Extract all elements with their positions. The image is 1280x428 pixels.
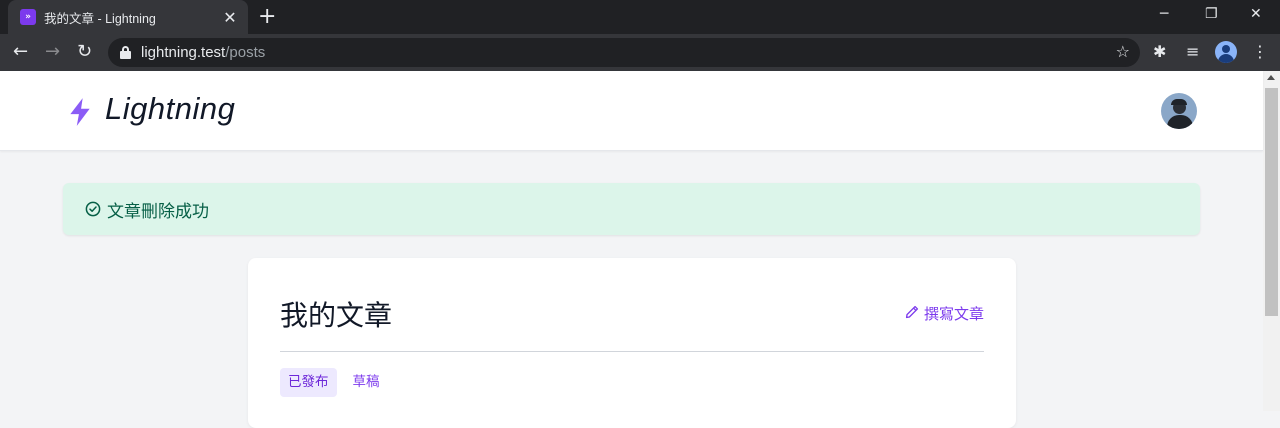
site-header: Lightning (0, 71, 1263, 151)
site-logo-text[interactable]: Lightning (105, 91, 235, 127)
page-title: 我的文章 (280, 299, 393, 332)
media-control-icon[interactable]: ≡ (1186, 42, 1199, 61)
bookmark-star-icon[interactable]: ☆ (1116, 42, 1130, 61)
tab-title: 我的文章 - Lightning (44, 11, 156, 26)
tab-drafts[interactable]: 草稿 (345, 368, 388, 397)
browser-menu-icon[interactable]: ⋮ (1252, 42, 1268, 61)
lock-icon[interactable] (120, 46, 131, 59)
url-host: lightning.test (141, 44, 226, 61)
title-divider (280, 351, 984, 352)
site-favicon-icon: » (20, 9, 36, 25)
write-post-label: 撰寫文章 (923, 305, 984, 323)
lightning-bolt-icon[interactable] (67, 97, 93, 131)
extensions-icon[interactable]: ✱ (1153, 42, 1166, 61)
back-button[interactable]: ← (13, 41, 28, 63)
minimize-window-button[interactable]: ─ (1160, 6, 1168, 22)
post-status-tabs: 已發布 草稿 (280, 368, 396, 397)
restore-window-button[interactable]: ❐ (1205, 6, 1218, 22)
posts-card: 我的文章 撰寫文章 已發布 草稿 (248, 258, 1016, 428)
browser-toolbar: ← → ↻ lightning.test/posts ☆ ✱ ≡ ⋮ (0, 34, 1280, 71)
scrollbar-thumb[interactable] (1265, 88, 1278, 316)
browser-tab-bar: » 我的文章 - Lightning ✕ + ─ ❐ ✕ (0, 0, 1280, 34)
reload-button[interactable]: ↻ (77, 41, 92, 63)
check-circle-icon (85, 201, 101, 217)
alert-message: 文章刪除成功 (107, 201, 209, 222)
url-text: lightning.test/posts (141, 44, 265, 61)
url-path: /posts (225, 44, 266, 61)
write-post-button[interactable]: 撰寫文章 (905, 303, 984, 324)
scroll-up-arrow-icon[interactable] (1267, 75, 1275, 80)
tab-close-icon[interactable]: ✕ (220, 8, 240, 27)
new-tab-button[interactable]: + (258, 5, 276, 29)
address-bar[interactable]: lightning.test/posts ☆ (108, 38, 1140, 67)
tab-published[interactable]: 已發布 (280, 368, 337, 397)
forward-button[interactable]: → (45, 41, 60, 63)
user-avatar[interactable] (1161, 93, 1197, 129)
page-scrollbar[interactable] (1263, 71, 1280, 411)
success-alert: 文章刪除成功 (63, 183, 1200, 235)
browser-tab[interactable]: » 我的文章 - Lightning ✕ (8, 0, 248, 34)
browser-profile-avatar[interactable] (1215, 41, 1237, 63)
close-window-button[interactable]: ✕ (1250, 6, 1262, 22)
pencil-icon (905, 305, 919, 323)
